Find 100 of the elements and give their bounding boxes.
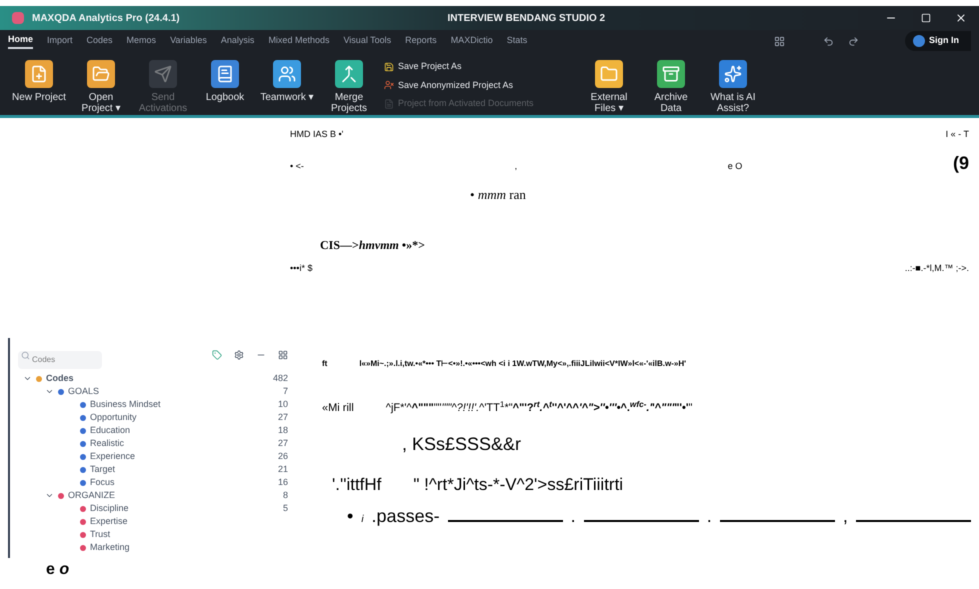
folder-icon (87, 60, 115, 88)
code-label[interactable]: Trust (90, 528, 110, 542)
ribbon-tab[interactable]: Mixed Methods (268, 34, 330, 48)
avatar-icon (913, 35, 925, 47)
ribbon-menu-item[interactable]: Save Project As (384, 60, 574, 74)
chevron-icon[interactable] (44, 491, 54, 500)
folder-icon (595, 60, 623, 88)
code-count: 18 (276, 424, 289, 437)
code-label[interactable]: Opportunity (90, 410, 137, 424)
scan-text: ..:-■.-*l,M.™ ;->. (904, 262, 969, 275)
ribbon-tab[interactable]: Codes (86, 34, 113, 48)
ribbon-tab[interactable]: Variables (170, 34, 207, 48)
code-label[interactable]: Expertise (90, 514, 128, 528)
people-icon (273, 60, 301, 88)
scan-text: ^jF*'^^"""""'""^?!'!!'.^'TT$^{1}$*"^"'?$^{rt}$.^$^{t}$''^'^^'^">''•'''•^.$^{wfc-}$.''^""'"'•'" (386, 400, 692, 416)
chevron-icon[interactable] (22, 374, 32, 383)
code-count: 5 (282, 502, 289, 515)
scan-text: , (514, 160, 518, 172)
sign-in-button[interactable]: Sign In (905, 31, 971, 51)
code-label[interactable]: Focus (90, 476, 115, 490)
settings-icon[interactable] (234, 350, 244, 360)
restore-icon[interactable] (921, 13, 931, 23)
code-count: 8 (282, 488, 289, 502)
ribbon-button[interactable]: Open Project ▾ (74, 60, 128, 114)
code-label[interactable]: Business Mindset (90, 398, 161, 412)
code-label[interactable]: Experience (90, 450, 136, 464)
ribbon-button[interactable]: New Project (12, 60, 66, 103)
code-label[interactable]: Discipline (90, 502, 129, 516)
scan-text: , KSs£SSS&&r (401, 432, 522, 456)
new-file-icon (25, 60, 53, 88)
code-count: 27 (276, 436, 289, 450)
chevron-icon[interactable] (44, 387, 54, 396)
save-icon (384, 62, 394, 72)
ribbon-button[interactable]: External Files ▾ (582, 60, 636, 114)
ribbon-menu-item[interactable]: Save Anonymized Project As (384, 78, 574, 92)
scan-text: (9 (952, 152, 969, 175)
redo-icon[interactable] (848, 36, 859, 46)
code-count: 21 (276, 462, 289, 476)
code-count: 26 (276, 450, 289, 463)
sparkle-icon (719, 60, 747, 88)
merge-icon (335, 60, 363, 88)
ribbon-tab[interactable]: Memos (126, 34, 156, 48)
scan-text: . (570, 505, 576, 528)
ribbon-button[interactable]: Logbook (198, 60, 252, 103)
layout-icon[interactable] (774, 36, 785, 46)
window-title: MAXQDA Analytics Pro (24.4.1) (32, 12, 180, 26)
code-label[interactable]: Education (90, 424, 130, 438)
code-label[interactable]: Target (90, 462, 116, 476)
project-title: INTERVIEW BENDANG STUDIO 2 (448, 12, 606, 26)
ribbon-tab[interactable]: Import (47, 34, 73, 48)
code-count: 16 (276, 476, 289, 489)
ribbon-button[interactable]: Merge Projects (322, 60, 376, 114)
code-label[interactable]: Codes (46, 372, 74, 386)
scan-text: l«»Mi~.;».l.i,tw.•«*••• T⊢<•»!.•«•••<wh <i i 1W.wTW,My<»,.fiiiJLilwii<V*IW»l<«-'«ilB.w-»H' (359, 358, 686, 370)
ribbon-button[interactable]: What is AI Assist? (706, 60, 760, 114)
scan-text: , (842, 505, 848, 528)
scan-text: e O (728, 160, 742, 172)
ribbon-tab[interactable]: Reports (405, 34, 437, 48)
scan-text: '.''ittfHf (332, 474, 382, 496)
code-label[interactable]: Realistic (90, 436, 124, 450)
scan-text: •••i* $ (290, 262, 312, 275)
code-count: 482 (272, 372, 289, 385)
ribbon-tab[interactable]: Home (8, 32, 34, 50)
archive-icon (657, 60, 685, 88)
scan-text: i (361, 513, 364, 527)
scan-text: • mmm ran (470, 186, 526, 202)
ribbon-tab[interactable]: MAXDictio (450, 34, 493, 48)
scan-text: • <- (290, 160, 304, 172)
scan-text: CIS—>hmvmm •»*> (320, 238, 425, 252)
code-label[interactable]: Marketing (90, 540, 130, 554)
search-field[interactable]: Codes (18, 350, 102, 368)
scan-text: HMD IAS B •' (290, 128, 344, 141)
document-icon (384, 98, 394, 109)
ribbon-button[interactable]: Teamwork ▾ (260, 60, 314, 103)
code-count: 27 (276, 410, 289, 424)
scan-text: " !^rt*Ji^ts-*-V^2'>ss£riTiiitrti (413, 474, 624, 496)
app-logo-icon (12, 12, 24, 24)
ribbon-button[interactable]: Archive Data (644, 60, 698, 114)
code-count: 10 (276, 398, 289, 411)
search-icon (21, 351, 30, 360)
code-label[interactable]: GOALS (68, 384, 100, 398)
scan-text: I « - T (946, 128, 969, 141)
scan-text: ft (322, 358, 328, 370)
undo-icon[interactable] (823, 36, 834, 46)
scan-text: .passes- (372, 505, 440, 528)
tag-icon[interactable] (212, 350, 222, 360)
ribbon-tab[interactable]: Visual Tools (343, 34, 392, 48)
send-icon (149, 60, 177, 88)
scan-text: e o (46, 561, 70, 578)
close-icon[interactable] (955, 12, 967, 24)
ribbon-tab[interactable]: Stats (506, 34, 528, 48)
code-count: 7 (282, 384, 289, 398)
scan-text: . (706, 505, 712, 528)
scan-text: «Mi rill (322, 401, 354, 416)
bullet: • (347, 505, 354, 528)
ribbon-tab[interactable]: Analysis (220, 34, 254, 48)
user-icon (384, 80, 394, 90)
code-label[interactable]: ORGANIZE (68, 488, 116, 502)
book-icon (211, 60, 239, 88)
panel-icon[interactable] (278, 350, 288, 360)
